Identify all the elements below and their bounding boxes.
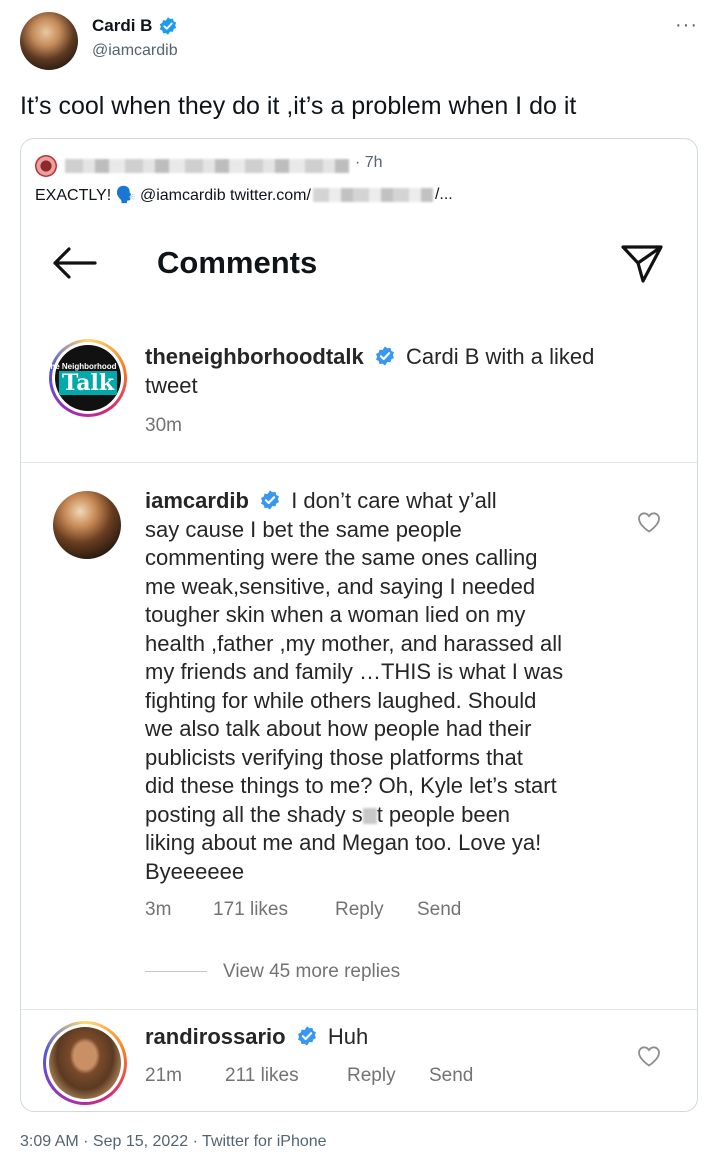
send-button[interactable]: Send bbox=[429, 1065, 473, 1087]
caption-divider bbox=[21, 462, 697, 463]
quoted-tweet-card[interactable]: · 7h EXACTLY! 🗣️ @iamcardib twitter.com/… bbox=[20, 138, 698, 1112]
comment-line: posting all the shady s bbox=[145, 801, 363, 827]
author-name[interactable]: Cardi B bbox=[92, 16, 152, 36]
comment-line: health ,father ,my mother, and harassed … bbox=[145, 630, 563, 656]
quoted-tweet-text: EXACTLY! 🗣️ @iamcardib twitter.com/ /... bbox=[35, 185, 453, 205]
likes-count[interactable]: 171 likes bbox=[213, 899, 335, 921]
avatar-ring-inner: The Neighborhood Talk bbox=[45, 342, 124, 414]
reply-button[interactable]: Reply bbox=[335, 899, 417, 921]
comment-line: publicists verifying those platforms tha… bbox=[145, 744, 523, 770]
comment-meta: 3m 171 likes Reply Send bbox=[145, 899, 461, 921]
randirossario-photo bbox=[49, 1027, 121, 1099]
tweet-text: It’s cool when they do it ,it’s a proble… bbox=[20, 92, 577, 120]
caption-time: 30m bbox=[145, 415, 182, 436]
comment-avatar[interactable] bbox=[53, 491, 121, 559]
comment-username[interactable]: iamcardib bbox=[145, 488, 249, 513]
comment-time: 21m bbox=[145, 1065, 182, 1086]
caption-line-2: tweet bbox=[145, 372, 198, 398]
comment-line: t people been bbox=[376, 801, 511, 827]
comment-username[interactable]: randirossario bbox=[145, 1024, 286, 1049]
author-name-row[interactable]: Cardi B bbox=[92, 16, 178, 36]
verified-badge-icon bbox=[160, 17, 177, 35]
back-arrow-icon[interactable] bbox=[51, 245, 97, 281]
comments-divider bbox=[21, 1009, 697, 1010]
logo-big-text: Talk bbox=[58, 370, 118, 395]
blurred-link-part bbox=[312, 188, 433, 202]
comment-time: 3m bbox=[145, 899, 172, 920]
comment-line: me weak,sensitive, and saying I needed bbox=[145, 573, 536, 599]
comment-line: liking about me and Megan too. Love ya! bbox=[145, 830, 542, 855]
comment-line: tougher skin when a woman lied on my bbox=[145, 602, 526, 627]
avatar-ring-inner bbox=[46, 1024, 124, 1102]
quoted-text-suffix: /... bbox=[434, 186, 453, 203]
comment-line: say cause I bet the same people bbox=[145, 516, 462, 542]
more-options-icon[interactable]: ··· bbox=[675, 14, 698, 37]
comment-line: Byeeeeee bbox=[145, 858, 245, 884]
comment-body: Huh bbox=[327, 1024, 369, 1049]
tweet-timestamp[interactable]: 3:09 AM · Sep 15, 2022 · Twitter for iPh… bbox=[20, 1133, 327, 1151]
comment-line: fighting for while others laughed. Shoul… bbox=[145, 687, 537, 713]
view-more-replies-button[interactable]: View 45 more replies bbox=[223, 961, 400, 983]
caption-username[interactable]: theneighborhoodtalk bbox=[145, 344, 364, 369]
comment-line: my friends and family …THIS is what I wa… bbox=[145, 659, 564, 684]
quoted-author-name-blurred bbox=[65, 159, 349, 173]
quoted-tweet-time: · 7h bbox=[355, 154, 383, 171]
comment-line: did these things to me? Oh, Kyle let’s s… bbox=[145, 773, 557, 798]
verified-badge-icon bbox=[297, 1026, 316, 1046]
comment-line: we also talk about how people had their bbox=[145, 716, 532, 741]
comment-text: randirossario Huh bbox=[145, 1023, 368, 1052]
neighborhoodtalk-avatar[interactable]: The Neighborhood Talk bbox=[45, 339, 127, 417]
verified-badge-icon bbox=[375, 346, 394, 366]
send-button[interactable]: Send bbox=[417, 899, 461, 921]
reply-button[interactable]: Reply bbox=[347, 1065, 429, 1087]
randirossario-avatar[interactable] bbox=[43, 1021, 127, 1105]
likes-count[interactable]: 211 likes bbox=[225, 1065, 347, 1087]
comment-line: commenting were the same ones calling bbox=[145, 545, 538, 570]
comment-text: iamcardib I don’t care what y’all say ca… bbox=[145, 487, 625, 886]
comments-title: Comments bbox=[157, 245, 318, 280]
verified-badge-icon bbox=[261, 490, 280, 510]
quoted-author-avatar[interactable] bbox=[35, 155, 57, 177]
replies-line bbox=[145, 971, 207, 972]
neighborhoodtalk-logo: The Neighborhood Talk bbox=[45, 345, 121, 411]
author-handle[interactable]: @iamcardib bbox=[92, 42, 178, 60]
caption-line-1: Cardi B with a liked bbox=[406, 344, 595, 369]
heart-icon[interactable] bbox=[637, 1045, 661, 1067]
comment-line: I don’t care what y’all bbox=[291, 488, 497, 513]
caption-text: theneighborhoodtalk Cardi B with a liked… bbox=[145, 343, 665, 400]
quoted-text-prefix: EXACTLY! 🗣️ @iamcardib twitter.com/ bbox=[35, 187, 311, 204]
heart-icon[interactable] bbox=[637, 511, 661, 533]
author-avatar[interactable] bbox=[20, 12, 78, 70]
comment-meta: 21m 211 likes Reply Send bbox=[145, 1065, 473, 1087]
send-icon[interactable] bbox=[619, 243, 665, 285]
censored-blur bbox=[362, 807, 377, 824]
